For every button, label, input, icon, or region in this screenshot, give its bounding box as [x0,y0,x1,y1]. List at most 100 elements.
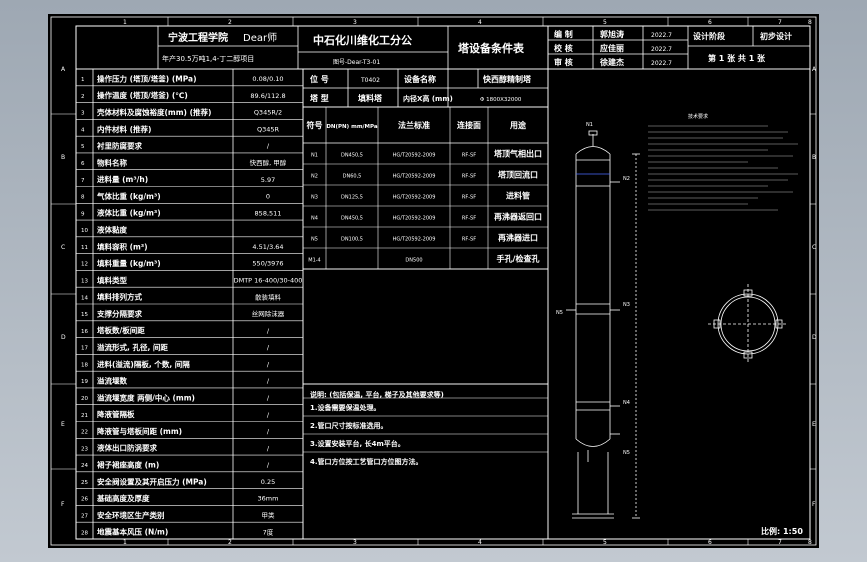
param-no: 2 [81,94,85,100]
sheet-title: 塔设备条件表 [458,41,525,55]
nozzle-cell: N3 [311,195,318,201]
size-value: Φ 1800X32000 [480,97,522,103]
param-value: 甲类 [262,511,276,520]
drawing-number: 图号-Dear-T3-01 [333,59,380,66]
zone-col-label: 5 [603,19,607,26]
scale-label: 比例: 1:50 [761,526,803,536]
sig-date: 2022.7 [651,32,672,39]
stage-label: 设计阶段 [693,31,725,41]
nozzle-cell: N4 [311,216,318,222]
param-label: 填料类型 [97,275,127,285]
param-value: 5.97 [261,176,275,184]
param-no: 16 [81,329,88,335]
zone-col-label: 8 [808,19,812,26]
zone-col-label: 7 [778,539,782,546]
school-tag: Dear师 [243,31,277,44]
param-label: 基础高度及厚度 [96,493,150,503]
param-value: 4.51/3.64 [252,243,283,251]
nozzle-cell: RF-SF [462,237,476,243]
zone-row-label: E [812,421,816,428]
nozzle-header-cell: 连接面 [457,120,481,130]
param-label: 液体比重 (kg/m³) [97,208,161,218]
zone-row-label: C [61,244,65,251]
param-label: 裙子裙座高度 (m) [97,459,159,469]
nozzle-cell: RF-SF [462,195,476,201]
project-name: 年产30.5万吨1,4-丁二醇项目 [162,54,254,63]
param-no: 25 [81,480,88,486]
nozzle-cell: 塔顶气相出口 [494,149,542,159]
zone-row-label: F [61,501,65,508]
zone-col-label: 3 [353,19,357,26]
param-value: Q345R [257,125,280,133]
param-label: 安全阀设置及其开启压力 (MPa) [97,476,207,486]
nozzle-cell: N5 [311,237,318,243]
param-label: 操作压力 (塔顶/塔釜) (MPa) [97,73,197,83]
param-value: 快西醇, 甲醇 [250,158,287,167]
param-no: 7 [81,178,85,184]
param-value: 89.6/112.8 [250,92,285,100]
zone-row-label: B [812,154,816,161]
nozzle-cell: HG/T20592-2009 [393,153,436,159]
param-no: 15 [81,312,88,318]
nozzle-cell: HG/T20592-2009 [393,174,436,180]
sig-date: 2022.7 [651,60,672,67]
zone-col-label: 3 [353,539,357,546]
note-item: 4.管口方位按工艺管口方位图方法。 [310,457,423,466]
tech-req-title: 技术要求 [688,113,708,120]
nozzle-cell: 再沸器返回口 [494,212,542,222]
note-item: 2.管口尺寸按标准选用。 [310,421,388,430]
zone-col-label: 2 [228,19,232,26]
zone-col-label: 4 [478,539,482,546]
nozzle-header-cell: 用途 [509,120,527,130]
param-value: 0 [266,193,270,201]
param-label: 溢流堰数 [97,376,127,386]
nozzle-cell: 进料管 [506,191,530,201]
param-value: Q345R/2 [254,109,282,117]
sig-role: 编 制 [554,29,573,39]
nozzle-header-cell: DN(PN) mm/MPa [326,124,378,130]
zone-col-label: 1 [123,539,127,546]
sig-name: 应佳丽 [600,43,624,53]
param-value: 散装填料 [255,292,282,301]
sig-role: 校 核 [554,43,573,53]
param-label: 溢流堰宽度 两侧/中心 (mm) [97,392,195,402]
zone-col-label: 5 [603,539,607,546]
zone-col-label: 7 [778,19,782,26]
tower-nozzle-label: N4 [623,400,630,406]
drawing-svg: 12345678 12345678 ABCDEF ABCDEF 宁波工程学院 D… [48,14,819,548]
param-no: 9 [81,211,85,217]
zone-row-label: B [61,154,65,161]
param-label: 进料量 (m³/h) [97,174,148,184]
param-label: 气体比重 (kg/m³) [96,191,161,201]
param-label: 填料排列方式 [97,292,142,302]
param-label: 壳体材料及腐蚀裕度(mm) (推荐) [96,107,211,117]
param-no: 5 [81,144,85,150]
stage-value: 初步设计 [760,31,792,41]
zone-col-label: 1 [123,19,127,26]
param-no: 13 [81,279,88,285]
sheet-info: 第 1 张 共 1 张 [708,53,766,63]
sig-name: 郭旭涛 [600,29,624,39]
equip-name-label: 设备名称 [404,74,436,84]
param-no: 26 [81,497,88,503]
zone-col-label: 2 [228,539,232,546]
nozzle-cell: DN450,5 [341,216,363,222]
zone-col-label: 6 [708,19,712,26]
cad-viewport: 12345678 12345678 ABCDEF ABCDEF 宁波工程学院 D… [0,0,867,562]
param-value: 0.25 [261,478,275,486]
param-label: 内件材料 (推荐) [97,124,151,134]
param-label: 液体黏度 [97,224,127,234]
notes-title: 说明: (包括保温, 平台, 梯子及其他要求等) [310,390,444,399]
equip-name-value: 快西醇精制塔 [483,74,532,84]
param-value: 0.08/0.10 [252,75,283,83]
param-label: 塔板数/板间距 [97,325,145,335]
param-no: 22 [81,430,88,436]
nozzle-header-cell: 法兰标准 [398,120,430,130]
zone-row-label: F [812,501,816,508]
sig-name: 徐建杰 [599,57,624,67]
param-label: 安全环境区生产类别 [97,510,165,520]
param-no: 17 [81,346,88,352]
param-no: 21 [81,413,88,419]
param-no: 6 [81,161,85,167]
param-no: 18 [81,362,88,368]
